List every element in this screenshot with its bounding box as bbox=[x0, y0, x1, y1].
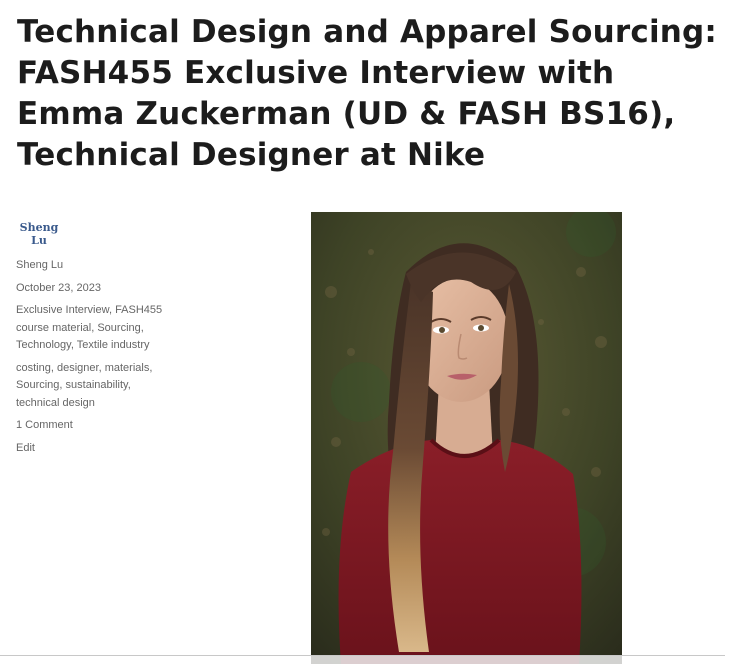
tag-link[interactable]: designer bbox=[57, 362, 99, 374]
tag-link[interactable]: Sourcing bbox=[16, 379, 59, 391]
image-caption-overlay bbox=[311, 656, 622, 664]
post-meta-sidebar: Sheng Lu Sheng Lu October 23, 2023 Exclu… bbox=[16, 218, 166, 462]
category-link[interactable]: Exclusive Interview bbox=[16, 304, 109, 316]
category-link[interactable]: Sourcing bbox=[97, 322, 140, 334]
tag-list: costing, designer, materials, Sourcing, … bbox=[16, 361, 153, 409]
tag-link[interactable]: materials bbox=[105, 362, 150, 374]
category-link[interactable]: Technology bbox=[16, 339, 71, 351]
tag-link[interactable]: sustainability bbox=[66, 379, 128, 391]
category-list: Exclusive Interview, FASH455 course mate… bbox=[16, 304, 163, 351]
page-title: Technical Design and Apparel Sourcing: F… bbox=[17, 14, 718, 173]
tag-link[interactable]: costing bbox=[16, 362, 51, 374]
comments-link[interactable]: 1 Comment bbox=[16, 417, 166, 435]
author-link[interactable]: Sheng Lu bbox=[16, 257, 166, 275]
edit-link[interactable]: Edit bbox=[16, 440, 166, 458]
author-logo-line-1: Sheng bbox=[19, 221, 59, 234]
tag-link[interactable]: technical design bbox=[16, 397, 95, 409]
author-logo-line-2: Lu bbox=[31, 234, 47, 247]
category-link[interactable]: Textile industry bbox=[77, 339, 150, 351]
author-logo[interactable]: Sheng Lu bbox=[19, 221, 59, 247]
portrait-photo bbox=[311, 212, 622, 664]
post-date-link[interactable]: October 23, 2023 bbox=[16, 280, 166, 298]
